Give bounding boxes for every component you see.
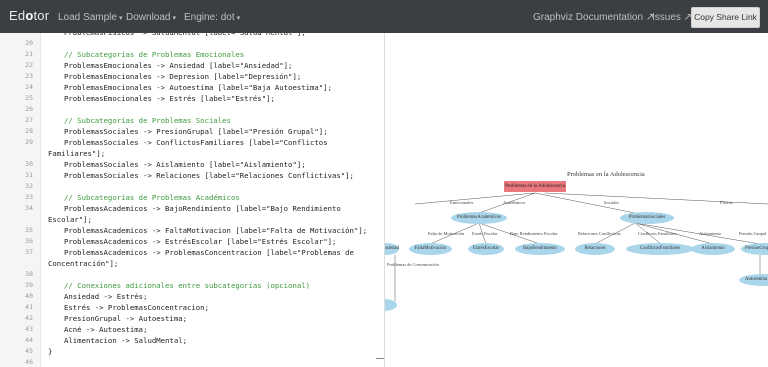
code-editor[interactable]: 20 21 22 23 24 25 26 27 28 29 30 31 32 33 34 35 36 37 38 39… xyxy=(0,33,385,367)
edge-label-academicos: Académicos xyxy=(503,200,526,205)
line-number: 21 xyxy=(25,50,33,58)
node-relaciones[interactable]: Relaciones xyxy=(575,243,615,255)
code-line[interactable]: ProblemasEmocionales -> Autoestima [labe… xyxy=(64,83,332,92)
code-line[interactable]: Concentración"]; xyxy=(48,259,118,268)
engine-menu[interactable]: Engine: dot ▾ xyxy=(184,12,240,23)
line-number: 22 xyxy=(25,61,33,69)
code-line[interactable]: ProblemasSociales -> Aislamiento [label=… xyxy=(64,160,306,169)
node-falta-motivacion[interactable]: FaltaMotivacion xyxy=(409,243,452,255)
edge-label-bajo-rendimiento: Bajo Rendimiento Escolar xyxy=(510,231,558,236)
edge-label-aislamiento: Aislamiento xyxy=(699,231,721,236)
code-line[interactable]: ProblemasAcademicos -> ProblemasConcentr… xyxy=(64,248,354,257)
line-number: 44 xyxy=(25,336,33,344)
chevron-down-icon: ▾ xyxy=(236,15,241,22)
node-conflictos-familiares[interactable]: ConflictosFamiliares xyxy=(626,243,694,255)
line-number: 39 xyxy=(25,281,33,289)
line-number: 23 xyxy=(25,72,33,80)
brand-part-3: tor xyxy=(33,8,50,23)
line-number: 42 xyxy=(25,314,33,322)
line-number: 35 xyxy=(25,226,33,234)
code-line[interactable]: ProblemasSociales -> Relaciones [label="… xyxy=(64,171,354,180)
code-line[interactable]: ProblemasEmocionales -> Estrés [label="E… xyxy=(64,94,275,103)
code-line[interactable]: Acné -> Autoestima; xyxy=(64,325,147,334)
download-label: Download xyxy=(126,12,171,23)
edge-label-falta-motivacion: Falta de Motivación xyxy=(428,231,465,236)
code-line[interactable]: // Subcategorías de Problemas Académicos xyxy=(64,193,240,202)
issues-link[interactable]: Issues ↗ xyxy=(652,12,692,23)
code-line[interactable]: ProblemasSociales -> PresionGrupal [labe… xyxy=(64,127,328,136)
edge-fisicos xyxy=(544,192,768,205)
load-sample-label: Load Sample xyxy=(58,12,117,23)
node-estres-escolar[interactable]: EstrésEscolar xyxy=(468,243,504,255)
code-line[interactable]: ProblemasSociales -> ConflictosFamiliare… xyxy=(64,138,328,147)
copy-share-link-button[interactable]: Copy Share Link xyxy=(691,7,760,28)
line-number: 37 xyxy=(25,248,33,256)
node-bajo-rendimiento[interactable]: BajoRendimiento xyxy=(515,243,565,255)
top-navbar: Edotor Load Sample ▾ Download ▾ Engine: do… xyxy=(0,0,768,33)
scrollbar-marker[interactable] xyxy=(376,358,384,359)
line-number: 30 xyxy=(25,160,33,168)
line-number: 38 xyxy=(25,270,33,278)
chevron-down-icon: ▾ xyxy=(172,15,176,22)
code-line[interactable]: // Subcategorías de Problemas Sociales xyxy=(64,116,231,125)
edge-sociales xyxy=(534,192,636,214)
code-line[interactable]: Escolar"]; xyxy=(48,215,92,224)
edge-label-estres-escolar: Estrés Escolar xyxy=(472,231,498,236)
line-number: 28 xyxy=(25,127,33,135)
node-problemas-academicos[interactable]: ProblemasAcademicos xyxy=(451,212,507,224)
line-number: 36 xyxy=(25,237,33,245)
code-line[interactable]: // Conexiones adicionales entre subcateg… xyxy=(64,281,310,290)
line-number: 45 xyxy=(25,347,33,355)
graph-title: Problemas en la Adolescencia xyxy=(567,171,645,178)
code-line[interactable]: ProblemasEmocionales -> Depresion [label… xyxy=(64,72,301,81)
line-number: 40 xyxy=(25,292,33,300)
node-aislamiento[interactable]: Aislamiento xyxy=(691,243,735,255)
code-line[interactable]: Ansiedad -> Estrés; xyxy=(64,292,147,301)
code-line[interactable]: Alimentacion -> SaludMental; xyxy=(64,336,187,345)
line-number: 25 xyxy=(25,94,33,102)
graphviz-docs-link[interactable]: Graphviz Documentation ↗ xyxy=(533,12,654,23)
line-number: 34 xyxy=(25,204,33,212)
download-menu[interactable]: Download ▾ xyxy=(126,12,176,23)
code-line[interactable]: ProblemasEmocionales -> Ansiedad [label=… xyxy=(64,61,292,70)
line-number: 24 xyxy=(25,83,33,91)
code-line[interactable]: Familiares"]; xyxy=(48,149,105,158)
code-line[interactable]: } xyxy=(48,347,52,356)
line-number: 33 xyxy=(25,193,33,201)
line-number: 46 xyxy=(25,358,33,366)
line-number: 31 xyxy=(25,171,33,179)
code-line[interactable]: ProblemasAcademicos -> EstrésEscolar [la… xyxy=(64,237,336,246)
edge-label-emocionales: Emocionales xyxy=(450,200,474,205)
line-number: 26 xyxy=(25,105,33,113)
code-line[interactable]: ProblemasAcademicos -> BajoRendimiento [… xyxy=(64,204,341,213)
line-number: 27 xyxy=(25,116,33,124)
code-line[interactable]: ProblemasAcademicos -> FaltaMotivacion [… xyxy=(64,226,367,235)
load-sample-menu[interactable]: Load Sample ▾ xyxy=(58,12,122,23)
edge-label-concentracion: Problemas de Concentración xyxy=(387,262,439,267)
engine-label: Engine: dot xyxy=(184,12,235,23)
graph-edges xyxy=(394,192,768,301)
edge-label-presion: Presión Grupal xyxy=(739,231,767,236)
app-logo[interactable]: Edotor xyxy=(9,8,49,23)
brand-part-1: Ed xyxy=(9,8,26,23)
edge-label-fisicos: Físicos xyxy=(720,200,733,205)
line-number: 41 xyxy=(25,303,33,311)
line-number: 20 xyxy=(25,39,33,47)
node-problemas-sociales[interactable]: ProblemasSociales xyxy=(620,212,674,224)
code-line[interactable]: PresionGrupal -> Autoestima; xyxy=(64,314,187,323)
edge-label-relaciones: Relaciones Conflictivas xyxy=(578,231,621,236)
line-number-gutter: 20 21 22 23 24 25 26 27 28 29 30 31 32 33 34 35 36 37 38 39… xyxy=(0,33,41,367)
code-line[interactable]: // Subcategorías de Problemas Emocionale… xyxy=(64,50,244,59)
graph-preview[interactable]: Problemas en la Adolescencia Problemas e… xyxy=(385,33,768,367)
line-number: 29 xyxy=(25,138,33,146)
code-line[interactable]: Estrés -> ProblemasConcentracion; xyxy=(64,303,209,312)
edge-label-sociales: Sociales xyxy=(604,200,619,205)
line-number: 32 xyxy=(25,182,33,190)
chevron-down-icon: ▾ xyxy=(118,15,123,22)
edge-label-conflictos: Conflictos Familiares xyxy=(638,231,677,236)
code-line[interactable]: ProblemasFisicos -> SaludMental [label="… xyxy=(64,33,306,37)
root-node[interactable]: Problemas en la Adolescencia xyxy=(504,181,566,192)
line-number: 43 xyxy=(25,325,33,333)
